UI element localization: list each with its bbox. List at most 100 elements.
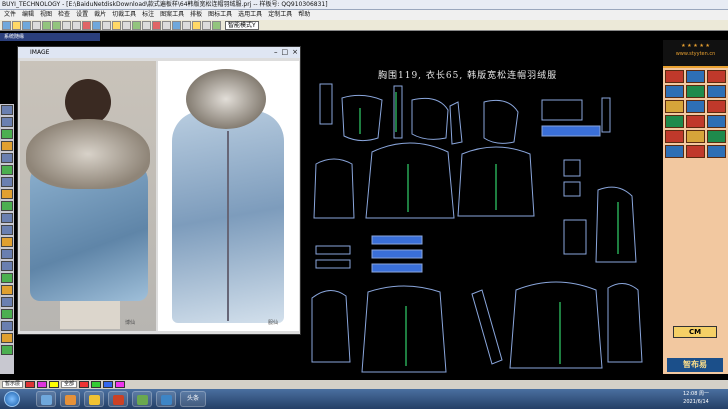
tool-tile-icon[interactable] <box>707 115 726 128</box>
tool-tile-icon[interactable] <box>665 130 684 143</box>
color-swatch[interactable] <box>37 381 48 388</box>
image-window-titlebar[interactable]: IMAGE – □ × <box>18 47 300 58</box>
pattern-canvas[interactable] <box>302 40 662 376</box>
paste-icon[interactable] <box>132 20 141 30</box>
menu-help[interactable]: 帮助 <box>298 10 310 20</box>
menu-edit[interactable]: 编辑 <box>22 10 34 20</box>
measure-tool-icon[interactable] <box>1 237 13 247</box>
image-window[interactable]: IMAGE – □ × 博仙 服仙 <box>17 46 301 335</box>
tool-tile-icon[interactable] <box>665 70 684 83</box>
taskbar-app-toutiao[interactable]: 头条 <box>180 391 206 407</box>
color-swatch[interactable] <box>79 381 90 388</box>
minimize-icon[interactable]: – <box>274 48 278 57</box>
tool-tile-icon[interactable] <box>707 145 726 158</box>
curve-icon[interactable] <box>182 20 191 30</box>
label-tool-icon[interactable] <box>1 309 13 319</box>
dart-tool-icon[interactable] <box>1 153 13 163</box>
color-swatch[interactable] <box>115 381 126 388</box>
tool-tile-icon[interactable] <box>686 70 705 83</box>
taskbar-app-explorer[interactable] <box>36 391 56 407</box>
point-icon[interactable] <box>192 20 201 30</box>
tool-tile-icon[interactable] <box>707 100 726 113</box>
text-icon[interactable] <box>202 20 211 30</box>
copy-icon[interactable] <box>122 20 131 30</box>
menu-view[interactable]: 视图 <box>40 10 52 20</box>
delete-icon[interactable] <box>82 20 91 30</box>
close-icon[interactable]: × <box>292 48 298 57</box>
arc-tool-icon[interactable] <box>1 141 13 151</box>
zoom-out-icon[interactable] <box>72 20 81 30</box>
mirror-icon[interactable] <box>142 20 151 30</box>
tool-tile-icon[interactable] <box>707 85 726 98</box>
tool-tile-icon[interactable] <box>686 100 705 113</box>
tool-tile-icon[interactable] <box>686 115 705 128</box>
grain-tool-icon[interactable] <box>1 177 13 187</box>
tool-tile-icon[interactable] <box>686 85 705 98</box>
notch-tool-icon[interactable] <box>1 165 13 175</box>
menu-custom-tools[interactable]: 定制工具 <box>268 10 292 20</box>
select-tool-icon[interactable] <box>1 105 13 115</box>
color-swatch[interactable] <box>91 381 102 388</box>
line-tool-icon[interactable] <box>1 117 13 127</box>
rotate-tool-icon[interactable] <box>1 285 13 295</box>
taskbar-app-wechat[interactable] <box>132 391 152 407</box>
new-file-icon[interactable] <box>2 20 11 30</box>
color-swatch[interactable] <box>103 381 114 388</box>
erase-tool-icon[interactable] <box>1 345 13 355</box>
mirror-tool-icon[interactable] <box>1 273 13 283</box>
join-tool-icon[interactable] <box>1 213 13 223</box>
rect-tool-icon[interactable] <box>1 129 13 139</box>
tool-tile-icon[interactable] <box>707 70 726 83</box>
undo-icon[interactable] <box>42 20 51 30</box>
menu-annotate[interactable]: 标注 <box>142 10 154 20</box>
zoom-in-icon[interactable] <box>62 20 71 30</box>
tool-tile-icon[interactable] <box>665 100 684 113</box>
redo-icon[interactable] <box>52 20 61 30</box>
cm-unit-button[interactable]: CM <box>673 326 717 338</box>
menu-pattern-tools[interactable]: 图案工具 <box>160 10 184 20</box>
taskbar-app-browser[interactable] <box>156 391 176 407</box>
menu-cut-tools[interactable]: 切裁工具 <box>112 10 136 20</box>
cut-tool-icon[interactable] <box>1 201 13 211</box>
seam-tool-icon[interactable] <box>1 189 13 199</box>
color-icon[interactable] <box>212 20 221 30</box>
fold-tool-icon[interactable] <box>1 225 13 235</box>
mode-select[interactable]: 智能模式Y <box>225 20 259 30</box>
system-clock[interactable]: 12:08 周一 2021/6/14 <box>668 390 724 406</box>
rotate-icon[interactable] <box>152 20 161 30</box>
grade-tool-icon[interactable] <box>1 333 13 343</box>
all-field[interactable]: 全部 <box>61 381 78 388</box>
menu-check[interactable]: 检查 <box>58 10 70 20</box>
color-swatch[interactable] <box>25 381 36 388</box>
menu-select-tools[interactable]: 选用工具 <box>238 10 262 20</box>
layer-field[interactable]: 暂示层 <box>2 381 24 388</box>
tool-tile-icon[interactable] <box>665 145 684 158</box>
align-icon[interactable] <box>162 20 171 30</box>
taskbar-app-cad[interactable] <box>108 391 128 407</box>
save-icon[interactable] <box>22 20 31 30</box>
ruler-tool-icon[interactable] <box>1 249 13 259</box>
menu-file[interactable]: 文件 <box>4 10 16 20</box>
tool-tile-icon[interactable] <box>686 130 705 143</box>
grid-icon[interactable] <box>92 20 101 30</box>
layer-icon[interactable] <box>112 20 121 30</box>
tool-tile-icon[interactable] <box>665 115 684 128</box>
hole-tool-icon[interactable] <box>1 321 13 331</box>
move-tool-icon[interactable] <box>1 297 13 307</box>
tool-tile-icon[interactable] <box>686 145 705 158</box>
color-swatch[interactable] <box>49 381 60 388</box>
start-button[interactable] <box>4 391 20 407</box>
open-folder-icon[interactable] <box>12 20 21 30</box>
menu-settings[interactable]: 设置 <box>76 10 88 20</box>
menu-icon-tools[interactable]: 图标工具 <box>208 10 232 20</box>
menu-layout[interactable]: 排板 <box>190 10 202 20</box>
pen-icon[interactable] <box>172 20 181 30</box>
tool-tile-icon[interactable] <box>665 85 684 98</box>
offset-tool-icon[interactable] <box>1 261 13 271</box>
maximize-icon[interactable]: □ <box>282 48 289 57</box>
taskbar-app-folder[interactable] <box>84 391 104 407</box>
tool-tile-icon[interactable] <box>707 130 726 143</box>
measure-icon[interactable] <box>102 20 111 30</box>
taskbar-app-media[interactable] <box>60 391 80 407</box>
print-icon[interactable] <box>32 20 41 30</box>
